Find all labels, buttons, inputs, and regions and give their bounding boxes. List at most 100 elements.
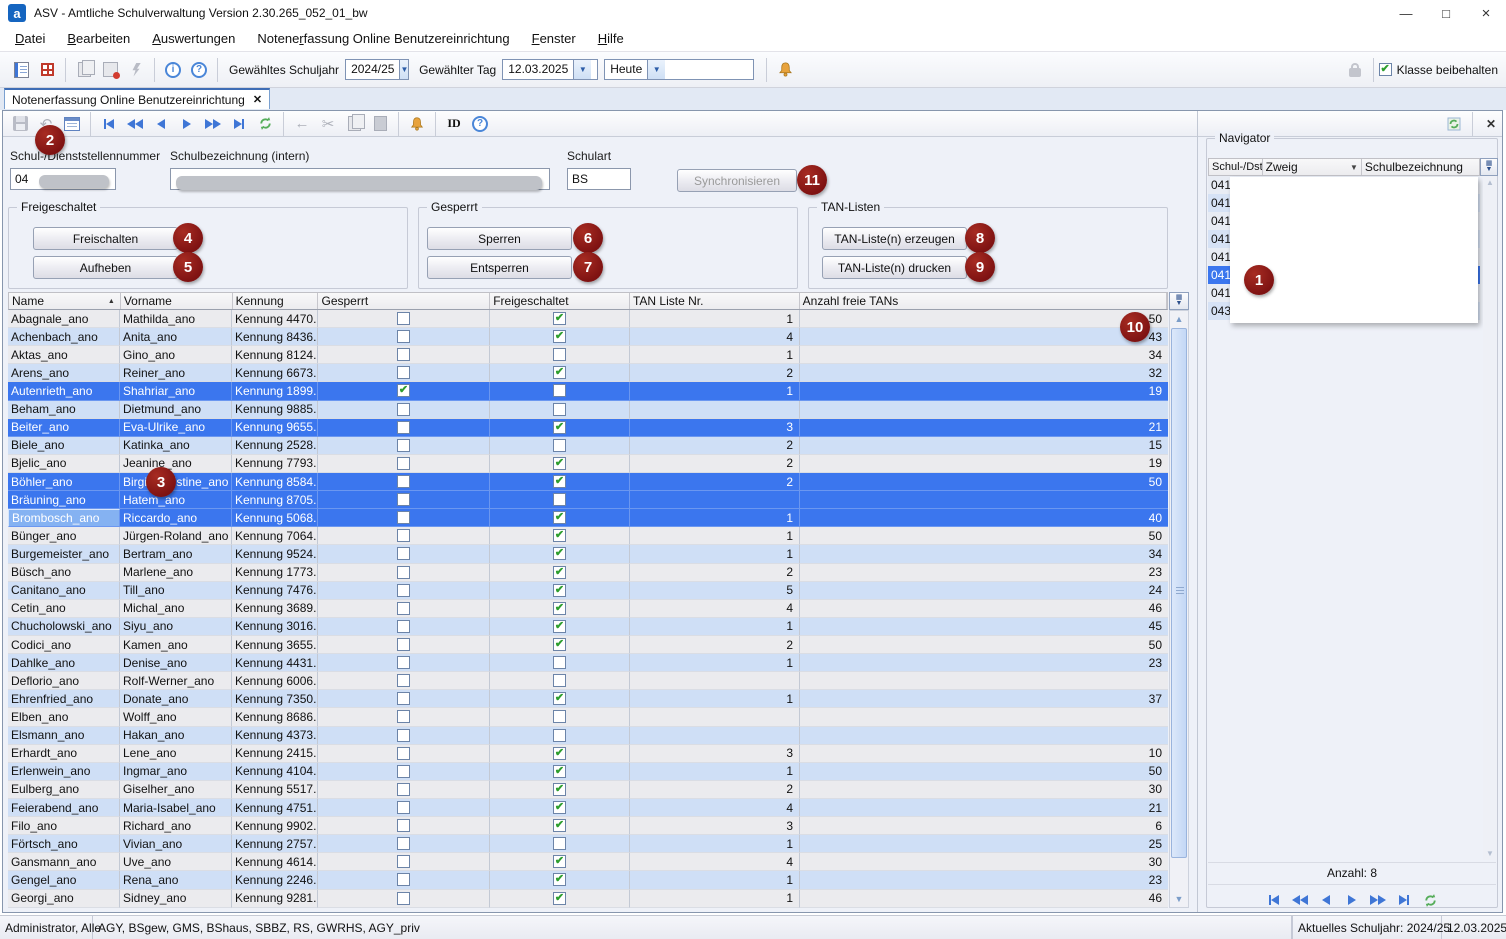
- freigeschaltet-checkbox[interactable]: [553, 403, 566, 416]
- gesperrt-checkbox[interactable]: [397, 493, 410, 506]
- gesperrt-checkbox[interactable]: [397, 602, 410, 615]
- edit-form-icon[interactable]: [60, 112, 84, 136]
- table-row[interactable]: Feierabend_anoMaria-Isabel_anoKennung 47…: [8, 799, 1168, 817]
- table-row[interactable]: Gansmann_anoUve_anoKennung 4614...✔430: [8, 853, 1168, 871]
- table-row[interactable]: Cetin_anoMichal_anoKennung 3689...✔446: [8, 600, 1168, 618]
- gesperrt-checkbox[interactable]: [397, 837, 410, 850]
- fast-prev-record-icon[interactable]: [123, 112, 147, 136]
- freigeschaltet-checkbox[interactable]: [553, 729, 566, 742]
- freigeschaltet-checkbox[interactable]: ✔: [553, 765, 566, 778]
- aufheben-button[interactable]: Aufheben: [33, 256, 178, 279]
- gesperrt-checkbox[interactable]: [397, 547, 410, 560]
- column-header-3[interactable]: Gesperrt: [318, 293, 490, 309]
- heute-select[interactable]: Heute▼: [604, 59, 754, 80]
- close-view-icon[interactable]: ✕: [1479, 112, 1503, 136]
- gesperrt-checkbox[interactable]: [397, 403, 410, 416]
- column-header-5[interactable]: TAN Liste Nr.: [630, 293, 800, 309]
- table-row[interactable]: Brombosch_anoRiccardo_anoKennung 5068...…: [8, 509, 1168, 527]
- gesperrt-checkbox[interactable]: [397, 457, 410, 470]
- freigeschaltet-checkbox[interactable]: [553, 674, 566, 687]
- column-header-4[interactable]: Freigeschaltet: [490, 293, 630, 309]
- help2-icon[interactable]: ?: [468, 112, 492, 136]
- nav-fast-next-icon[interactable]: [1366, 888, 1390, 912]
- gesperrt-checkbox[interactable]: [397, 873, 410, 886]
- klasse-beibehalten-checkbox[interactable]: ✔: [1379, 63, 1392, 76]
- gesperrt-checkbox[interactable]: [397, 529, 410, 542]
- nav-col-schulnr[interactable]: Schul-/Dst.Nr.: [1209, 159, 1263, 175]
- freigeschaltet-checkbox[interactable]: ✔: [553, 366, 566, 379]
- menu-item-auswertungen[interactable]: Auswertungen: [141, 31, 246, 46]
- gesperrt-checkbox[interactable]: [397, 475, 410, 488]
- menu-item-bearbeiten[interactable]: Bearbeiten: [56, 31, 141, 46]
- table-row[interactable]: Deflorio_anoRolf-Werner_anoKennung 6006.…: [8, 672, 1168, 690]
- report-icon[interactable]: [9, 58, 33, 82]
- table-row[interactable]: Bünger_anoJürgen-Roland_anoKennung 7064.…: [8, 527, 1168, 545]
- freigeschaltet-checkbox[interactable]: ✔: [553, 873, 566, 886]
- nav-last-icon[interactable]: [1392, 888, 1416, 912]
- tan-erzeugen-button[interactable]: TAN-Liste(n) erzeugen: [822, 227, 967, 250]
- freigeschaltet-checkbox[interactable]: ✔: [553, 692, 566, 705]
- freigeschaltet-checkbox[interactable]: ✔: [553, 475, 566, 488]
- table-row[interactable]: Achenbach_anoAnita_anoKennung 8436...✔44…: [8, 328, 1168, 346]
- nav-refresh-icon[interactable]: [1418, 888, 1442, 912]
- gesperrt-checkbox[interactable]: [397, 330, 410, 343]
- table-row[interactable]: Erhardt_anoLene_anoKennung 2415...✔310: [8, 745, 1168, 763]
- freigeschaltet-checkbox[interactable]: [553, 439, 566, 452]
- entsperren-button[interactable]: Entsperren: [427, 256, 572, 279]
- table-row[interactable]: Büsch_anoMarlene_anoKennung 1773...✔223: [8, 564, 1168, 582]
- nav-column-config-icon[interactable]: ▦▼: [1480, 158, 1498, 176]
- table-row[interactable]: Dahlke_anoDenise_anoKennung 4431...123: [8, 654, 1168, 672]
- column-config-icon[interactable]: ▦▼: [1169, 292, 1189, 310]
- freigeschaltet-checkbox[interactable]: ✔: [553, 783, 566, 796]
- gesperrt-checkbox[interactable]: [397, 747, 410, 760]
- gesperrt-checkbox[interactable]: [397, 348, 410, 361]
- refresh-view-icon[interactable]: [1442, 112, 1466, 136]
- info-icon[interactable]: i: [161, 58, 185, 82]
- freigeschaltet-checkbox[interactable]: ✔: [553, 584, 566, 597]
- gesperrt-checkbox[interactable]: [397, 656, 410, 669]
- maximize-button[interactable]: □: [1426, 1, 1466, 25]
- bell-icon[interactable]: [773, 58, 797, 82]
- table-row[interactable]: Beiter_anoEva-Ulrike_anoKennung 9655...✔…: [8, 419, 1168, 437]
- next-record-icon[interactable]: [175, 112, 199, 136]
- notify-bell-icon[interactable]: [405, 112, 429, 136]
- column-header-0[interactable]: Name▲: [9, 293, 121, 309]
- gesperrt-checkbox[interactable]: [397, 892, 410, 905]
- table-row[interactable]: Böhler_anoBirgit-Christine_anoKennung 85…: [8, 473, 1168, 491]
- nav-first-icon[interactable]: [1262, 888, 1286, 912]
- freigeschaltet-checkbox[interactable]: ✔: [553, 892, 566, 905]
- table-row[interactable]: Gengel_anoRena_anoKennung 2246...✔123: [8, 871, 1168, 889]
- column-header-6[interactable]: Anzahl freie TANs: [800, 293, 1167, 309]
- table-row[interactable]: Bjelic_anoJeanine_anoKennung 7793...✔219: [8, 455, 1168, 473]
- minimize-button[interactable]: —: [1386, 1, 1426, 25]
- freigeschaltet-checkbox[interactable]: ✔: [553, 801, 566, 814]
- menu-item-hilfe[interactable]: Hilfe: [587, 31, 635, 46]
- freigeschaltet-checkbox[interactable]: [553, 710, 566, 723]
- sperren-button[interactable]: Sperren: [427, 227, 572, 250]
- schulnummer-input[interactable]: 04: [10, 168, 116, 190]
- freigeschaltet-checkbox[interactable]: ✔: [553, 529, 566, 542]
- gesperrt-checkbox[interactable]: [397, 439, 410, 452]
- last-record-icon[interactable]: [227, 112, 251, 136]
- table-row[interactable]: Canitano_anoTill_anoKennung 7476...✔524: [8, 582, 1168, 600]
- table-row[interactable]: Filo_anoRichard_anoKennung 9902...✔36: [8, 817, 1168, 835]
- table-row[interactable]: Elsmann_anoHakan_anoKennung 4373...: [8, 727, 1168, 745]
- gesperrt-checkbox[interactable]: [397, 620, 410, 633]
- help-icon[interactable]: ?: [187, 58, 211, 82]
- gesperrt-checkbox[interactable]: [397, 819, 410, 832]
- id-icon[interactable]: ID: [442, 112, 466, 136]
- freigeschaltet-checkbox[interactable]: ✔: [553, 747, 566, 760]
- freigeschaltet-checkbox[interactable]: ✔: [553, 566, 566, 579]
- synchronisieren-button[interactable]: Synchronisieren: [677, 169, 797, 192]
- gesperrt-checkbox[interactable]: [397, 312, 410, 325]
- gesperrt-checkbox[interactable]: [397, 366, 410, 379]
- navigator-scrollbar[interactable]: ▲ ▼: [1483, 176, 1497, 860]
- gesperrt-checkbox[interactable]: [397, 511, 410, 524]
- gesperrt-checkbox[interactable]: [397, 855, 410, 868]
- column-header-2[interactable]: Kennung: [233, 293, 319, 309]
- table-row[interactable]: Chucholowski_anoSiyu_anoKennung 3016...✔…: [8, 618, 1168, 636]
- freigeschaltet-checkbox[interactable]: [553, 837, 566, 850]
- table-row[interactable]: Autenrieth_anoShahriar_anoKennung 1899..…: [8, 382, 1168, 400]
- table-scrollbar[interactable]: ▲ ▼: [1169, 310, 1189, 908]
- fast-next-record-icon[interactable]: [201, 112, 225, 136]
